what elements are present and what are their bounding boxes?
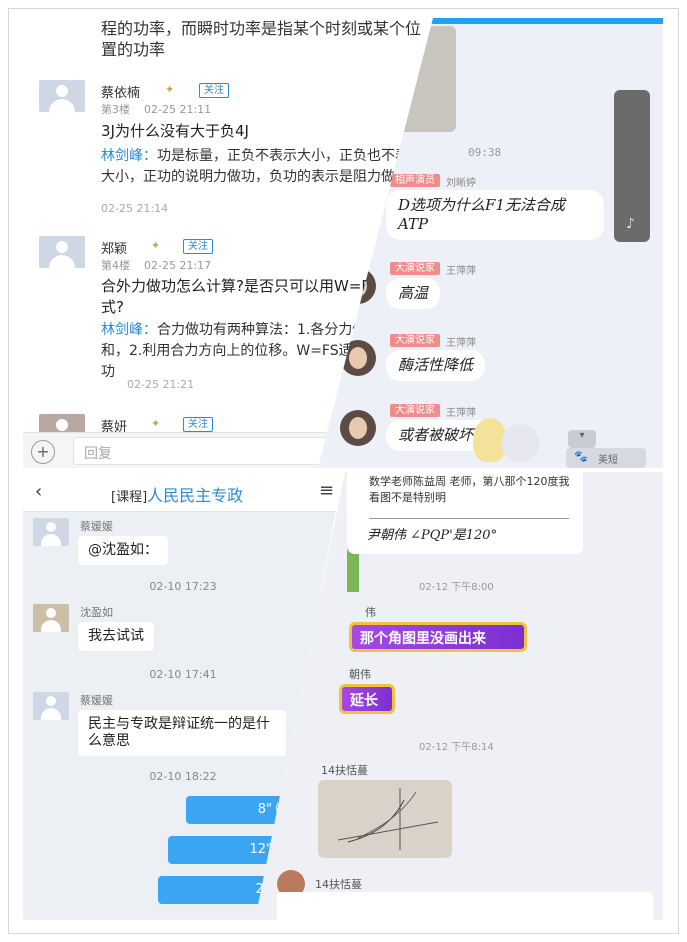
sender-name: 伟	[365, 606, 376, 619]
floor-number: 第3楼	[101, 103, 130, 116]
message-bubble[interactable]: 高温	[386, 278, 441, 309]
plus-icon[interactable]: +	[31, 440, 55, 464]
avatar[interactable]	[33, 692, 69, 720]
reply-author[interactable]: 林剑峰：	[101, 322, 157, 338]
follow-button[interactable]: 关注	[183, 239, 213, 254]
avatar[interactable]	[33, 604, 69, 632]
timestamp: 02-10 17:23	[149, 580, 217, 593]
avatar[interactable]	[39, 236, 85, 268]
reply-time: 02-25 21:14	[101, 202, 169, 215]
sender-name: 王萍萍	[446, 266, 476, 277]
chat-header: ‹ [课程]人民民主专政 ≡	[23, 472, 343, 512]
timestamp: 09:38	[468, 146, 502, 159]
music-note-icon: ♪	[626, 216, 635, 232]
sender-name: 蔡媛媛	[80, 520, 113, 533]
timestamp: 02-12 下午8:00	[419, 582, 494, 593]
reply-text: 程的功率，而瞬时功率是指某个时刻或某个位置的功率	[101, 19, 422, 59]
message-bubble[interactable]: D选项为什么F1无法合成ATP	[386, 190, 604, 240]
message-bubble[interactable]: 那个角图里没画出来	[349, 622, 527, 652]
sketch-photo[interactable]	[318, 780, 452, 858]
sender-name: 蔡媛媛	[80, 694, 113, 707]
message-card[interactable]	[277, 892, 653, 920]
user-name[interactable]: 郑颖	[101, 238, 127, 257]
scroll-down-button[interactable]: ▾	[568, 430, 596, 448]
floor-number: 第4楼	[101, 259, 130, 272]
medal-icon: ✦	[151, 239, 161, 252]
sender-name: 王萍萍	[446, 338, 476, 349]
post-question: 3J为什么没有大于负4J	[101, 122, 249, 140]
pet-button[interactable]: 美短	[566, 448, 646, 468]
avatar[interactable]	[39, 80, 85, 112]
sender-name: 14扶恬蔓	[315, 878, 362, 891]
post-reply: 林剑峰：功是标量，正负不表示大小，正负也不表示大小，正功的说明力做功，负功的表示…	[101, 146, 431, 188]
follow-button[interactable]: 关注	[199, 83, 229, 98]
timestamp: 02-10 17:41	[149, 668, 217, 681]
user-name[interactable]: 蔡依楠	[101, 82, 140, 101]
medal-icon: ✦	[151, 417, 161, 430]
post-time: 02-25 21:11	[144, 103, 212, 116]
sender-name: 14扶恬蔓	[321, 764, 368, 777]
back-icon[interactable]: ‹	[35, 481, 42, 502]
title-badge: 大演说家	[390, 262, 440, 275]
quoted-text: 数学老师陈益周 老师，第八那个120度我看图不是特别明	[369, 475, 570, 504]
quoted-message-card[interactable]: 数学老师陈益周 老师，第八那个120度我看图不是特别明 尹朝伟 ∠PQP'是12…	[347, 472, 583, 554]
voice-duration: 8"	[257, 802, 272, 817]
course-prefix: [课程]	[111, 490, 148, 505]
title-badge: 大演说家	[390, 404, 440, 417]
post-meta: 第4楼 02-25 21:17	[101, 257, 211, 273]
graph-sketch-icon	[337, 788, 439, 850]
sticker-image[interactable]	[473, 418, 541, 466]
sticker-cat-icon	[501, 424, 539, 462]
page-title: [课程]人民民主专政	[111, 482, 243, 506]
reply-author[interactable]: 林剑峰：	[101, 148, 157, 164]
reply-time: 02-25 21:21	[127, 378, 195, 391]
medal-icon: ✦	[165, 83, 175, 96]
sender-name: 朝伟	[349, 668, 371, 681]
sender-name: 王萍萍	[446, 408, 476, 419]
message-bubble[interactable]: 延长	[339, 684, 395, 714]
title-badge: 大演说家	[390, 334, 440, 347]
post-meta: 第3楼 02-25 21:11	[101, 101, 211, 117]
handwritten-reply: 尹朝伟 ∠PQP'是120°	[367, 528, 498, 543]
message-bubble[interactable]: 民主与专政是辩证统一的是什么意思	[78, 710, 286, 756]
sender-name: 沈盈如	[80, 606, 113, 619]
message-bubble[interactable]: 我去试试	[78, 622, 154, 651]
message-bubble[interactable]: 酶活性降低	[386, 350, 486, 381]
timestamp: 02-12 下午8:14	[419, 742, 494, 753]
sender-name: 刘晰婷	[446, 178, 476, 189]
divider	[369, 518, 569, 519]
course-title: 人民民主专政	[147, 486, 244, 505]
message-bubble[interactable]: @沈盈如：	[78, 536, 168, 565]
avatar[interactable]	[33, 518, 69, 546]
avatar[interactable]	[340, 410, 376, 446]
voice-message[interactable]: ♪	[614, 90, 650, 242]
title-badge: 相声演员	[390, 174, 440, 187]
menu-icon[interactable]: ≡	[319, 480, 334, 501]
follow-button[interactable]: 关注	[183, 417, 213, 432]
post-time: 02-25 21:17	[144, 259, 212, 272]
